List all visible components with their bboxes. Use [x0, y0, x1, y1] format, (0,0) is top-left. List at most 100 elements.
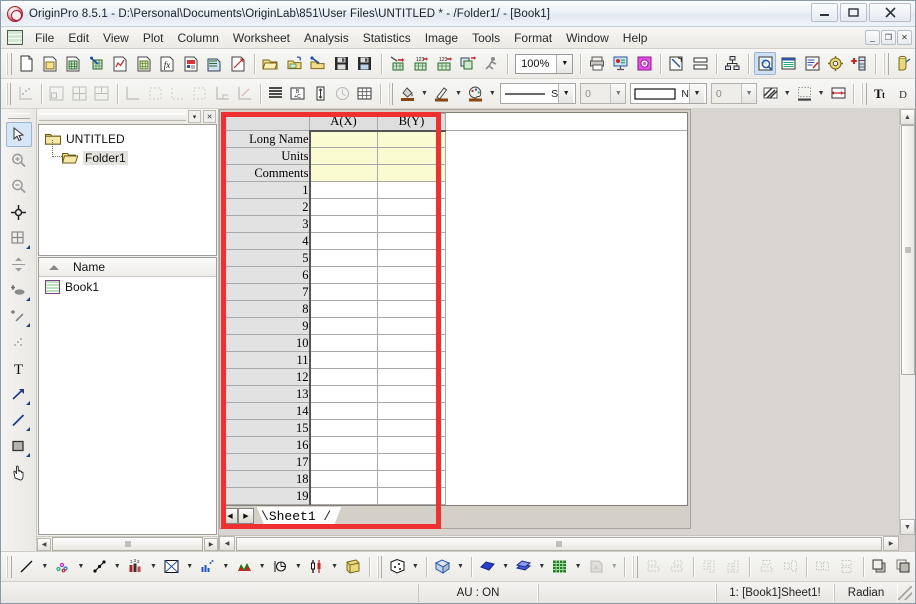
- cell-2-a[interactable]: [309, 198, 378, 216]
- line-symbol-plot-button[interactable]: [88, 555, 110, 578]
- new-workbook-button[interactable]: [63, 52, 85, 75]
- row-header-17[interactable]: 17: [223, 453, 311, 471]
- table-row[interactable]: 1: [223, 181, 687, 199]
- multi-panel-chevron-down-icon[interactable]: ▼: [183, 556, 195, 578]
- tree-node-folder1[interactable]: Folder1: [45, 140, 216, 167]
- toolbar-grip[interactable]: [6, 555, 12, 578]
- print-button[interactable]: [586, 52, 608, 75]
- zoom-in-tool-button[interactable]: [6, 148, 32, 173]
- column-header-a[interactable]: A(X): [309, 113, 378, 132]
- open-excel-button[interactable]: [284, 52, 306, 75]
- axis-left-bottom-button[interactable]: [212, 82, 232, 105]
- table-row[interactable]: 4: [223, 232, 687, 250]
- vtoolbar-grip[interactable]: [7, 113, 30, 119]
- cell-18-a[interactable]: [309, 470, 378, 488]
- script-window-button[interactable]: [801, 52, 823, 75]
- layer-management-button[interactable]: [722, 52, 744, 75]
- 3d-symbol-plot-button[interactable]: [386, 555, 408, 578]
- menu-plot[interactable]: Plot: [136, 29, 171, 47]
- row-header-8[interactable]: 8: [223, 300, 311, 318]
- rectangle-tool-button[interactable]: [6, 434, 32, 459]
- tree-node-untitled[interactable]: UNTITLED: [45, 129, 216, 148]
- border-style-button[interactable]: [794, 82, 814, 105]
- stock-plot-chevron-down-icon[interactable]: ▼: [328, 556, 340, 578]
- add-new-column-button[interactable]: [848, 52, 870, 75]
- pie-chart-button[interactable]: [269, 555, 291, 578]
- table-row[interactable]: 2: [223, 198, 687, 216]
- pattern-color-button[interactable]: [465, 82, 485, 105]
- table-row[interactable]: 6: [223, 266, 687, 284]
- mdi-minimize-button[interactable]: _: [865, 30, 880, 45]
- zoom-out-tool-button[interactable]: [6, 174, 32, 199]
- data-selector-tool-button[interactable]: [6, 252, 32, 277]
- table-row[interactable]: 16: [223, 436, 687, 454]
- cell-1-a[interactable]: [309, 181, 378, 199]
- pattern-width-combo[interactable]: 0 ▼: [710, 83, 758, 104]
- statistical-chevron-down-icon[interactable]: ▼: [220, 556, 232, 578]
- area-plot-button[interactable]: [233, 555, 255, 578]
- cell-14-b[interactable]: [377, 402, 446, 420]
- vscroll-thumb[interactable]: [900, 125, 915, 375]
- row-header-9[interactable]: 9: [223, 317, 311, 335]
- area-plot-chevron-down-icon[interactable]: ▼: [256, 556, 268, 578]
- select-all-corner[interactable]: [223, 113, 310, 131]
- sheet-tab-sheet1[interactable]: \ Sheet1 /: [257, 507, 341, 525]
- scatter-plot-button[interactable]: [52, 555, 74, 578]
- mdi-close-button[interactable]: ✕: [897, 30, 912, 45]
- pie-chart-chevron-down-icon[interactable]: ▼: [292, 556, 304, 578]
- table-row[interactable]: 17: [223, 453, 687, 471]
- worksheet-grid[interactable]: A(X) B(Y) Long Name Units Comments 1 2 3…: [222, 112, 688, 506]
- fill-color-chevron-down-icon[interactable]: ▼: [419, 83, 431, 105]
- arrange-layers-1-button[interactable]: [47, 82, 67, 105]
- panel-close-icon[interactable]: ✕: [203, 110, 216, 123]
- menu-image[interactable]: Image: [418, 29, 465, 47]
- pan-tool-button[interactable]: [6, 460, 32, 485]
- scatter-plot-chevron-down-icon[interactable]: ▼: [75, 556, 87, 578]
- 3d-bar-plot-button[interactable]: [513, 555, 535, 578]
- arrange-layers-2-button[interactable]: [69, 82, 89, 105]
- row-header-2[interactable]: 2: [223, 198, 311, 216]
- import-wizard-button[interactable]: [307, 52, 329, 75]
- table-row[interactable]: 13: [223, 385, 687, 403]
- duplicate-sheet-button[interactable]: [457, 52, 479, 75]
- import-single-ascii-button[interactable]: [387, 52, 409, 75]
- stats-on-rows-button[interactable]: [332, 82, 352, 105]
- pattern-color-chevron-down-icon[interactable]: ▼: [487, 83, 499, 105]
- cell-17-a[interactable]: [309, 453, 378, 471]
- new-folder-button[interactable]: [39, 52, 61, 75]
- cell-17-b[interactable]: [377, 453, 446, 471]
- line-color-button[interactable]: [431, 82, 451, 105]
- command-window-button[interactable]: [825, 52, 847, 75]
- row-header-11[interactable]: 11: [223, 351, 311, 369]
- import-excel-button[interactable]: 123: [434, 52, 456, 75]
- cell-5-a[interactable]: [309, 249, 378, 267]
- toolbar-grip[interactable]: [387, 82, 394, 105]
- 3d-wire-chevron-down-icon[interactable]: ▼: [499, 556, 511, 578]
- data-reader-tool-button[interactable]: [6, 226, 32, 251]
- project-contents-list[interactable]: Name Book1: [38, 257, 217, 535]
- row-header-14[interactable]: 14: [223, 402, 311, 420]
- stock-plot-button[interactable]: [306, 555, 328, 578]
- send-to-powerpoint-button[interactable]: [610, 52, 632, 75]
- cell-comments-a[interactable]: [309, 164, 378, 182]
- font-size-toggle-button[interactable]: Tt: [871, 82, 892, 105]
- save-template-button[interactable]: [354, 52, 376, 75]
- column-bar-chevron-down-icon[interactable]: ▼: [147, 556, 159, 578]
- menu-analysis[interactable]: Analysis: [297, 29, 356, 47]
- distribute-h-button[interactable]: [812, 555, 834, 578]
- arrow-tool-button[interactable]: [6, 382, 32, 407]
- 3d-wire-plot-button[interactable]: [477, 555, 499, 578]
- new-excel-button[interactable]: [86, 52, 108, 75]
- pointer-tool-button[interactable]: [5, 122, 32, 147]
- cell-8-b[interactable]: [377, 300, 446, 318]
- table-row[interactable]: Units: [223, 147, 687, 165]
- normalize-button[interactable]: [310, 82, 330, 105]
- axis-box-button[interactable]: [190, 82, 210, 105]
- regional-mask-tool-button[interactable]: [6, 304, 32, 329]
- cell-11-a[interactable]: [309, 351, 378, 369]
- worksheet-table[interactable]: A(X) B(Y) Long Name Units Comments 1 2 3…: [223, 113, 687, 505]
- fill-pattern-combo[interactable]: N ▼: [630, 83, 707, 104]
- screen-reader-tool-button[interactable]: [6, 200, 32, 225]
- new-3d-function-button[interactable]: [228, 52, 250, 75]
- cell-9-a[interactable]: [309, 317, 378, 335]
